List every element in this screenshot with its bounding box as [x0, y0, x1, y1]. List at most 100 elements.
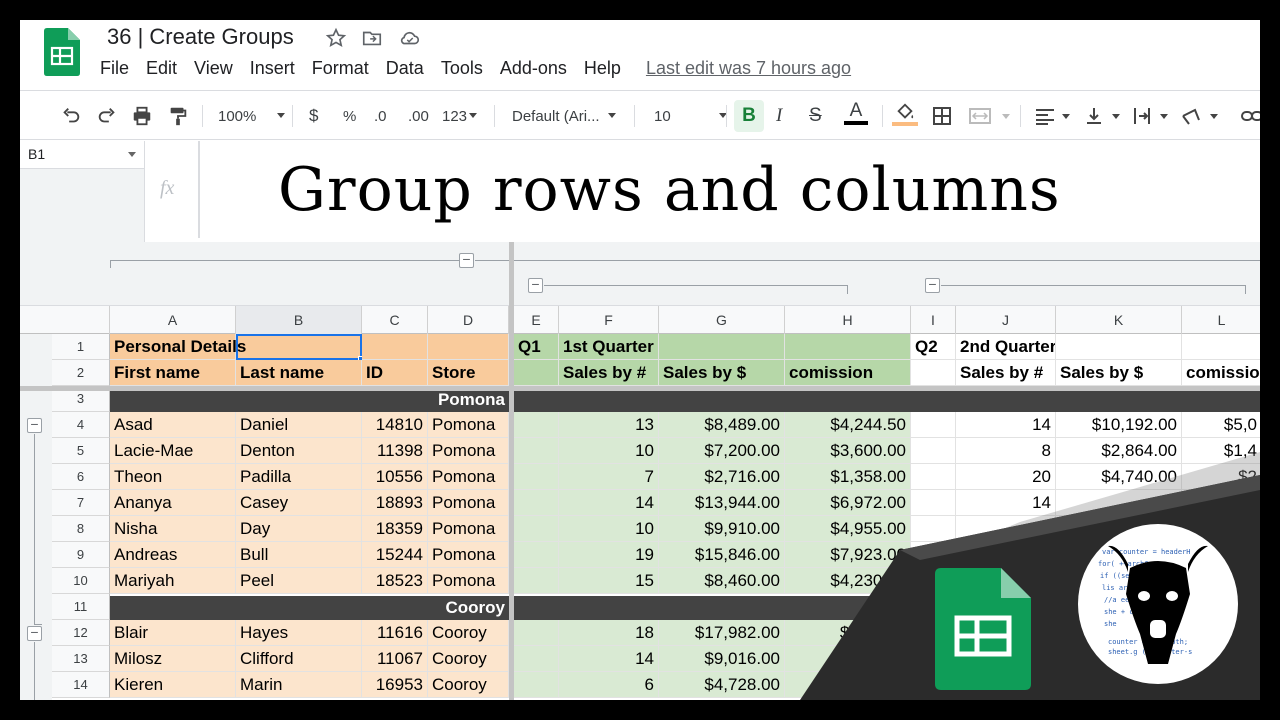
formula-input[interactable]: Group rows and columns — [278, 155, 1061, 225]
cell-f1[interactable]: 1st Quarter — [559, 334, 659, 360]
cell-g1[interactable] — [659, 334, 785, 360]
decrease-decimal-button[interactable]: .0 — [374, 103, 387, 129]
row-header[interactable]: 9 — [52, 542, 110, 568]
cell-store[interactable]: Cooroy — [428, 672, 509, 698]
cell-sales-amount[interactable]: $2,716.00 — [659, 464, 785, 490]
cell-e[interactable] — [514, 412, 559, 438]
cell-commission[interactable]: $4,955.00 — [785, 516, 911, 542]
cell-i1[interactable]: Q2 — [911, 334, 956, 360]
cell-l1[interactable] — [1182, 334, 1260, 360]
menu-insert[interactable]: Insert — [250, 58, 295, 79]
cell-id[interactable]: 11616 — [362, 620, 428, 646]
cell-c1[interactable] — [362, 334, 428, 360]
cell-a1[interactable]: Personal Details — [110, 334, 246, 360]
cell-store[interactable]: Cooroy — [428, 620, 509, 646]
cell-b1-selected[interactable] — [236, 334, 362, 360]
cell-sales-count[interactable]: 18 — [559, 620, 659, 646]
text-wrap-button[interactable] — [1132, 103, 1172, 129]
currency-button[interactable]: $ — [309, 103, 318, 129]
row-header[interactable]: 5 — [52, 438, 110, 464]
menu-data[interactable]: Data — [386, 58, 424, 79]
cell-a2[interactable]: First name — [110, 360, 236, 386]
cell-store[interactable]: Pomona — [428, 464, 509, 490]
column-header-j[interactable]: J — [956, 306, 1056, 334]
collapse-group-button[interactable]: − — [27, 417, 42, 433]
merge-cells-button[interactable] — [968, 103, 1012, 129]
row-header[interactable]: 13 — [52, 646, 110, 672]
column-header-c[interactable]: C — [362, 306, 428, 334]
cell-commission[interactable]: $4,230.00 — [785, 568, 911, 594]
more-formats-button[interactable]: 123 — [442, 103, 479, 129]
document-title[interactable]: 36 | Create Groups — [107, 24, 294, 50]
cell-b2[interactable]: Last name — [236, 360, 362, 386]
font-size-select[interactable]: 10 — [654, 103, 731, 129]
cell-commission[interactable]: $1,358.00 — [785, 464, 911, 490]
strikethrough-button[interactable]: S — [809, 103, 822, 129]
cell-first-name[interactable]: Blair — [110, 620, 236, 646]
cell-commission[interactable]: $4,244.50 — [785, 412, 911, 438]
cell-q2-sales-amount[interactable]: $2,864.00 — [1056, 438, 1182, 464]
cell-j1[interactable]: 2nd Quarter — [956, 334, 1056, 360]
align-vertical-button[interactable] — [1084, 103, 1124, 129]
cell-i[interactable] — [911, 542, 956, 568]
cell-sales-count[interactable]: 14 — [559, 490, 659, 516]
cell-first-name[interactable]: Milosz — [110, 646, 236, 672]
cell-id[interactable]: 18359 — [362, 516, 428, 542]
star-icon[interactable] — [325, 27, 347, 49]
cell-sales-count[interactable]: 13 — [559, 412, 659, 438]
cell-first-name[interactable]: Theon — [110, 464, 236, 490]
cell-q2-sales-count[interactable] — [956, 542, 1056, 568]
cell-q2-sales-count[interactable]: 14 — [956, 412, 1056, 438]
cell-q2-commission[interactable] — [1182, 672, 1260, 698]
cell-sales-amount[interactable]: $7,200.00 — [659, 438, 785, 464]
collapse-group-button[interactable]: − — [27, 625, 42, 641]
print-button[interactable] — [131, 103, 153, 129]
italic-button[interactable]: I — [776, 103, 782, 129]
row-header[interactable]: 1 — [52, 334, 110, 360]
cell-sales-amount[interactable]: $15,846.00 — [659, 542, 785, 568]
column-header-e[interactable]: E — [514, 306, 559, 334]
column-header-f[interactable]: F — [559, 306, 659, 334]
select-all-corner[interactable] — [52, 306, 110, 334]
cell-sales-count[interactable]: 10 — [559, 438, 659, 464]
cell-e[interactable] — [514, 646, 559, 672]
menu-edit[interactable]: Edit — [146, 58, 177, 79]
text-rotation-button[interactable] — [1180, 103, 1224, 129]
row-header[interactable]: 14 — [52, 672, 110, 698]
menu-format[interactable]: Format — [312, 58, 369, 79]
percent-button[interactable]: % — [343, 103, 356, 129]
cell-sales-count[interactable]: 14 — [559, 646, 659, 672]
row-header[interactable]: 12 — [52, 620, 110, 646]
column-header-k[interactable]: K — [1056, 306, 1182, 334]
move-folder-icon[interactable] — [361, 27, 383, 49]
cell-id[interactable]: 18523 — [362, 568, 428, 594]
cell-i[interactable] — [911, 464, 956, 490]
cell-sales-amount[interactable]: $8,489.00 — [659, 412, 785, 438]
cell-store[interactable]: Pomona — [428, 438, 509, 464]
increase-decimal-button[interactable]: .00 — [408, 103, 429, 129]
cell-sales-count[interactable]: 15 — [559, 568, 659, 594]
cell-k2[interactable]: Sales by $ — [1056, 360, 1182, 386]
cell-sales-amount[interactable]: $8,460.00 — [659, 568, 785, 594]
font-select[interactable]: Default (Ari... — [512, 103, 620, 129]
cell-e[interactable] — [514, 516, 559, 542]
cell-sales-amount[interactable]: $13,944.00 — [659, 490, 785, 516]
row-header[interactable]: 6 — [52, 464, 110, 490]
group-band-label[interactable]: Pomona — [110, 388, 509, 412]
cell-last-name[interactable]: Hayes — [236, 620, 362, 646]
google-sheets-logo-icon[interactable] — [44, 28, 80, 76]
borders-button[interactable] — [932, 103, 952, 129]
cell-commission[interactable]: $7,923.00 — [785, 542, 911, 568]
cloud-saved-icon[interactable] — [399, 27, 421, 49]
text-color-button[interactable]: A — [844, 101, 868, 127]
menu-file[interactable]: File — [100, 58, 129, 79]
row-header[interactable]: 7 — [52, 490, 110, 516]
cell-commission[interactable]: $6,972.00 — [785, 490, 911, 516]
cell-e[interactable] — [514, 464, 559, 490]
cell-c2[interactable]: ID — [362, 360, 428, 386]
cell-e2[interactable] — [514, 360, 559, 386]
cell-i[interactable] — [911, 516, 956, 542]
menu-tools[interactable]: Tools — [441, 58, 483, 79]
cell-g2[interactable]: Sales by $ — [659, 360, 785, 386]
frozen-row-divider[interactable] — [20, 386, 1260, 391]
